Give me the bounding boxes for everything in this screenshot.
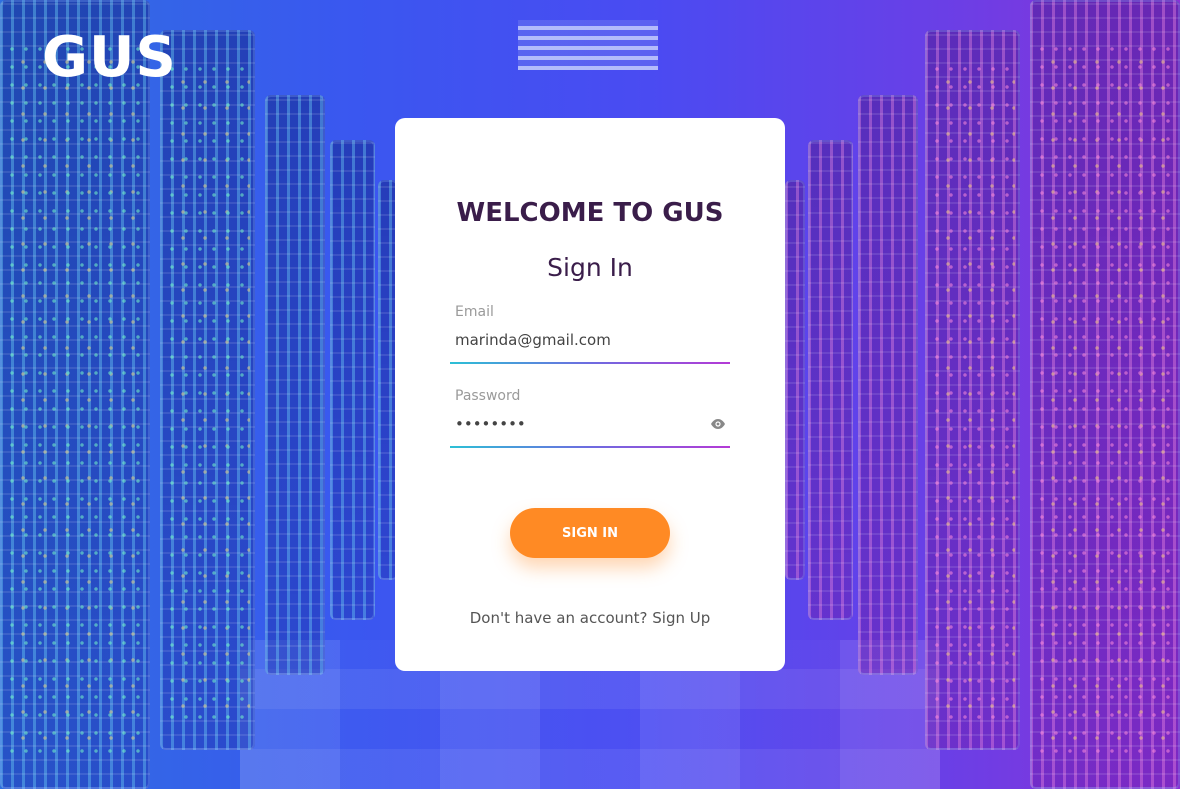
server-rack [808,140,853,620]
email-field[interactable]: Email marinda@gmail.com [450,304,730,364]
signup-link[interactable]: Sign Up [652,609,710,627]
ceiling-light [518,20,658,70]
server-rack [785,180,805,580]
email-underline [450,362,730,364]
signin-button[interactable]: SIGN IN [510,508,670,558]
brand-logo: GUS [42,25,177,90]
server-leds [5,40,145,760]
server-leds [1035,40,1175,760]
server-rack [330,140,375,620]
password-field[interactable]: Password •••••••• [450,388,730,448]
password-label: Password [455,388,521,404]
signup-prompt: Don't have an account? Sign Up [395,609,785,627]
server-rack [858,95,918,675]
signin-card: WELCOME TO GUS Sign In Email marinda@gma… [395,118,785,671]
signup-prompt-text: Don't have an account? [469,609,648,627]
email-label: Email [455,304,494,320]
signin-title: Sign In [547,253,633,282]
server-rack [265,95,325,675]
email-input[interactable]: marinda@gmail.com [455,330,730,350]
password-underline [450,446,730,448]
server-leds [165,60,250,720]
eye-icon[interactable] [710,416,726,432]
password-input[interactable]: •••••••• [455,414,730,434]
server-leds [930,60,1015,720]
welcome-heading: WELCOME TO GUS [456,198,724,228]
